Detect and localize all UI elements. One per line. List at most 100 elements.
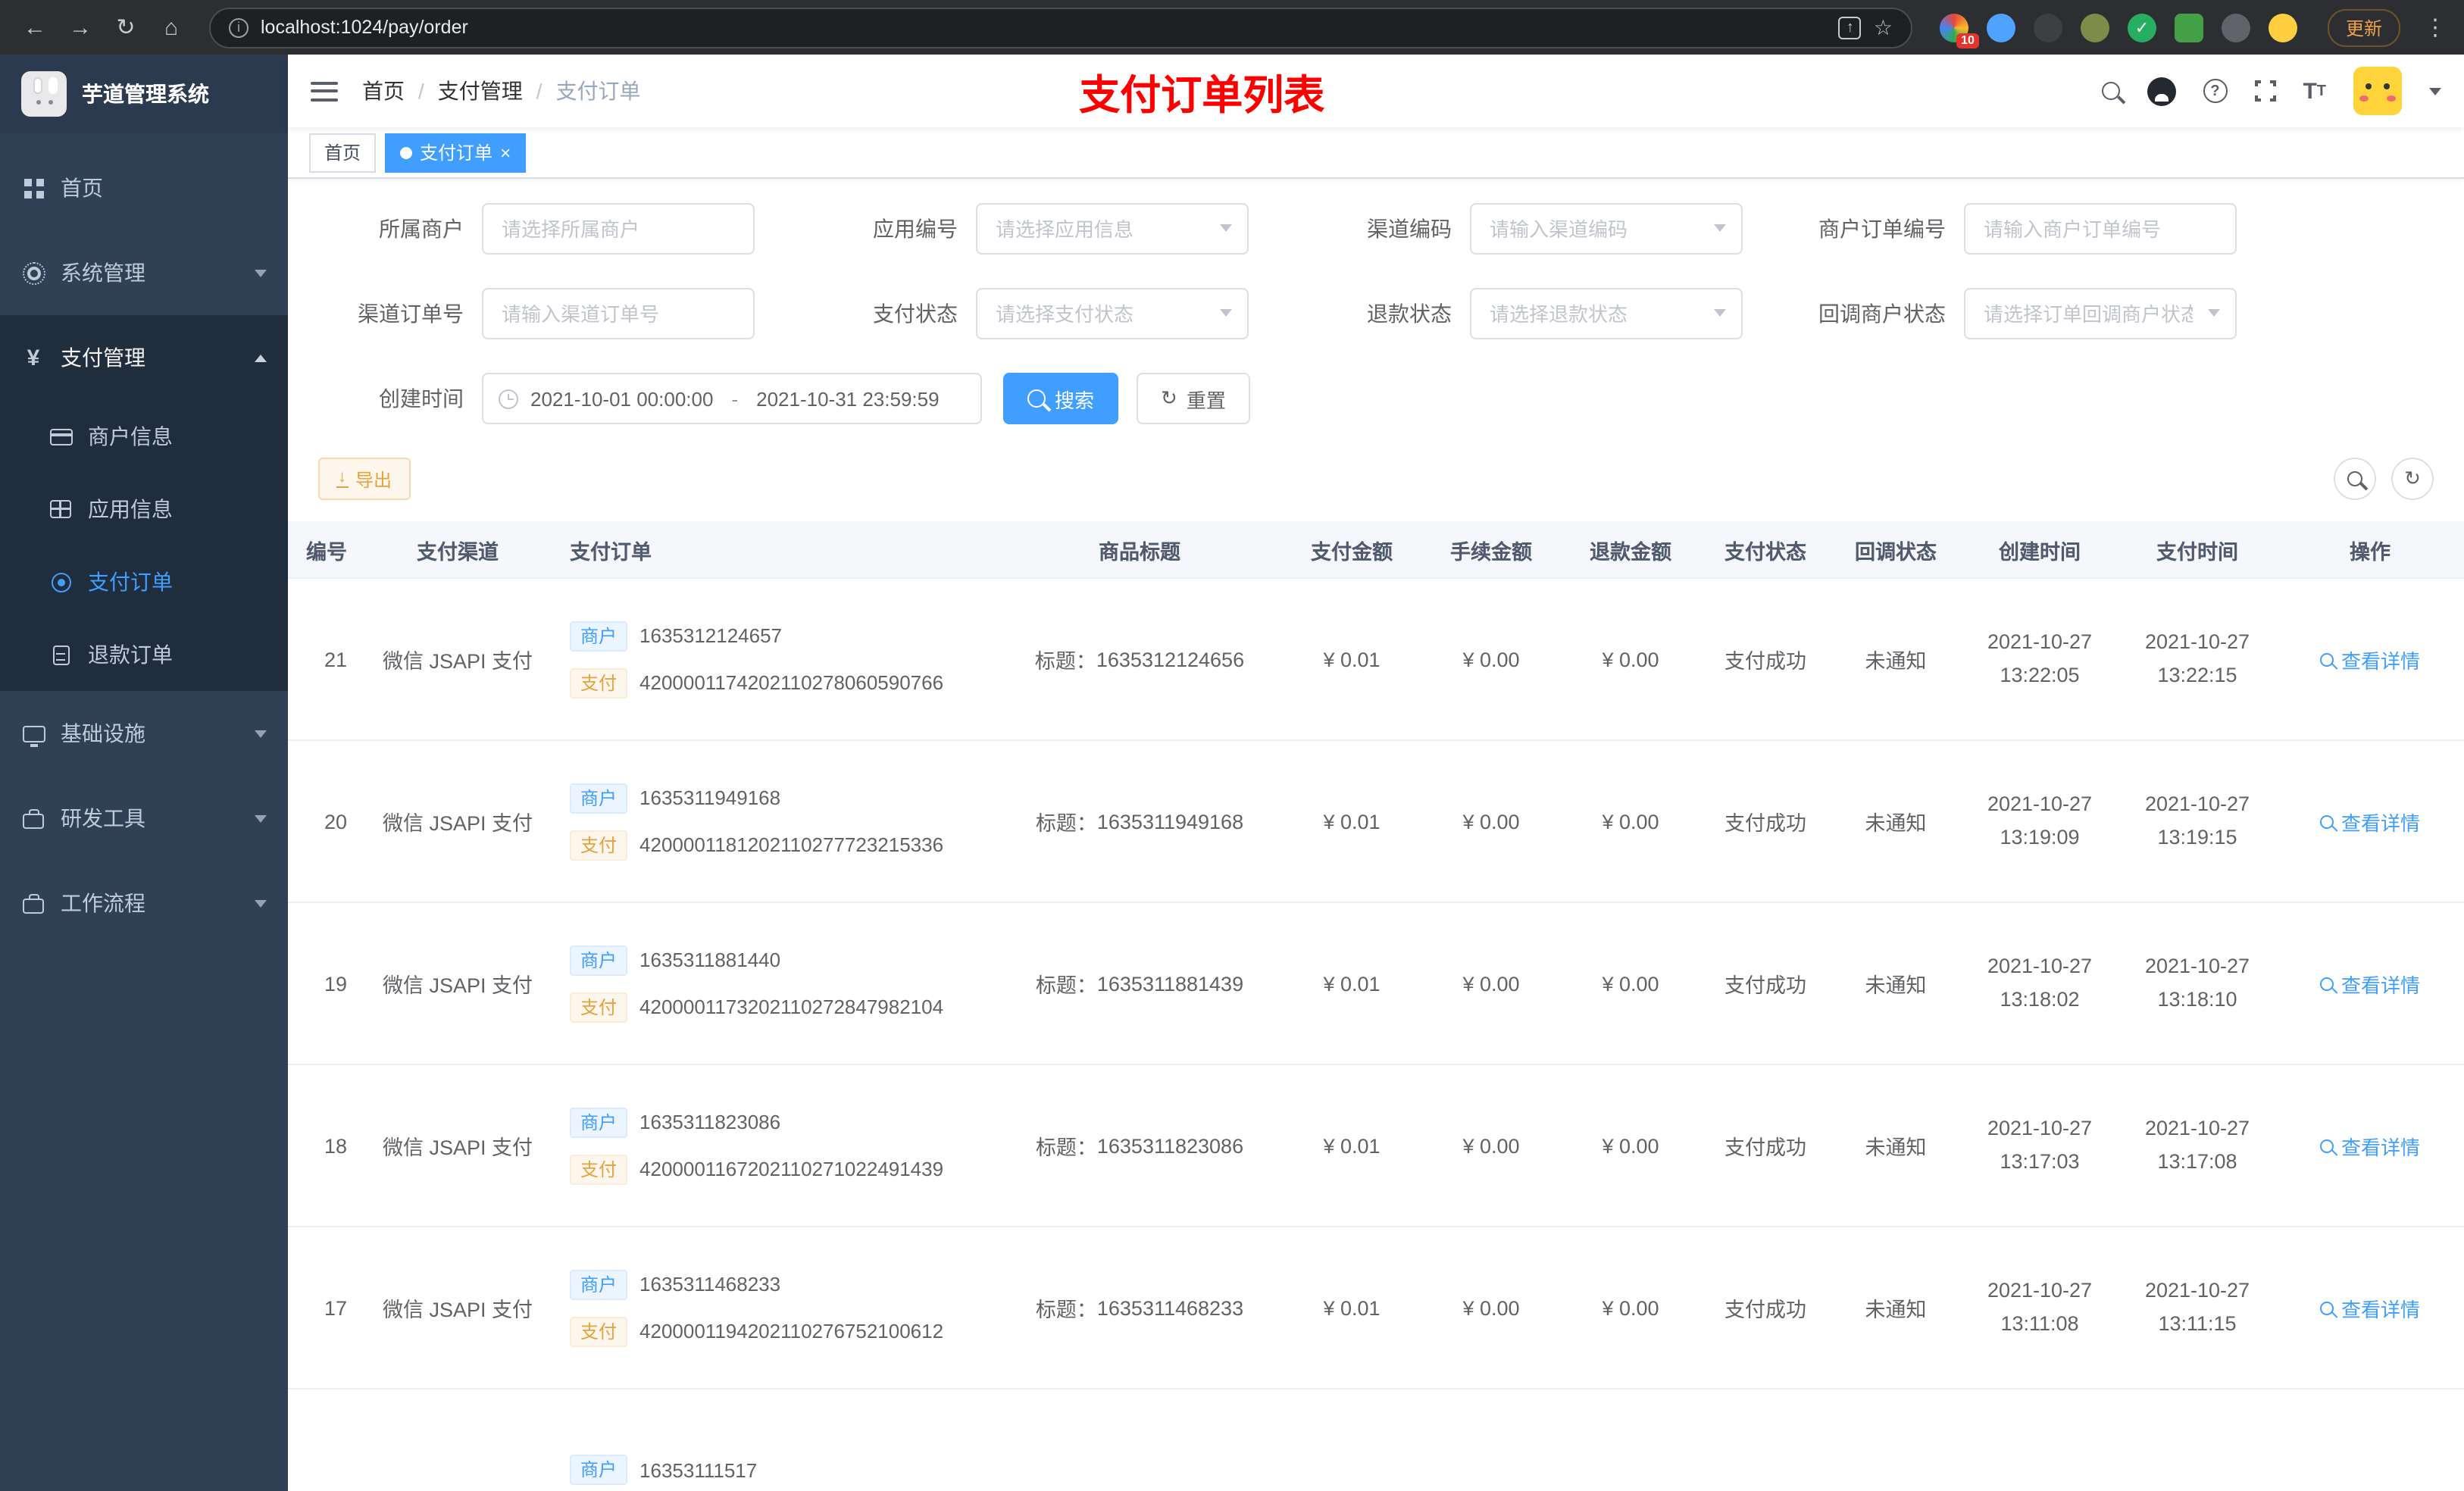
sidebar: 芋道管理系统 首页 系统管理 ¥ 支付管理 商户信息 应用信息 支付订单 退款订… <box>0 55 288 1491</box>
create-time-range-input[interactable]: 2021-10-01 00:00:00 - 2021-10-31 23:59:5… <box>482 373 982 424</box>
pay-status-select[interactable] <box>976 288 1249 339</box>
target-icon <box>48 570 73 594</box>
cell-order: 商户 1635311881440 支付 4200001173202110272847… <box>561 945 997 1022</box>
view-detail-link[interactable]: 查看详情 <box>2319 807 2420 836</box>
refund-status-select[interactable] <box>1470 288 1743 339</box>
sidebar-item-merchant-info[interactable]: 商户信息 <box>0 400 288 473</box>
channel-code-select[interactable] <box>1470 203 1743 255</box>
cell-refund: ¥ 0.00 <box>1602 648 1659 670</box>
sidebar-item-infra[interactable]: 基础设施 <box>0 691 288 776</box>
bookmark-star-icon[interactable]: ☆ <box>1874 14 1893 40</box>
breadcrumb-pay[interactable]: 支付管理 <box>438 76 523 106</box>
cell-pay-status: 支付成功 <box>1724 1136 1806 1159</box>
reset-button[interactable]: ↻ 重置 <box>1137 373 1250 424</box>
sidebar-item-refund-order[interactable]: 退款订单 <box>0 618 288 691</box>
green-chat-extension-icon[interactable] <box>2174 13 2203 42</box>
refresh-icon[interactable]: ↻ <box>2391 458 2434 500</box>
hamburger-icon[interactable] <box>311 81 338 101</box>
colorful-extension-icon[interactable]: 10 <box>1939 13 1979 48</box>
search-icon[interactable] <box>2101 82 2120 100</box>
cell-fee: ¥ 0.00 <box>1462 1134 1520 1157</box>
col-fee: 手续金额 <box>1450 540 1532 563</box>
share-icon[interactable]: ↑ <box>1838 16 1862 39</box>
view-detail-link[interactable]: 查看详情 <box>2319 969 2420 998</box>
cell-title: 标题： 1635311881439 <box>1035 972 1244 997</box>
chevron-down-icon <box>255 899 267 907</box>
tab-home[interactable]: 首页 <box>309 133 377 172</box>
toggle-search-icon[interactable] <box>2334 458 2376 500</box>
sidebar-item-dev-tools[interactable]: 研发工具 <box>0 776 288 861</box>
dashboard-icon <box>21 176 45 200</box>
browser-menu-icon[interactable]: ⋮ <box>2422 14 2449 41</box>
breadcrumb-home[interactable]: 首页 <box>362 76 405 106</box>
top-navbar: 首页 / 支付管理 / 支付订单 支付订单列表 ? TT <box>288 55 2464 127</box>
blue-drop-extension-icon[interactable] <box>1986 13 2015 42</box>
gear-icon <box>21 261 45 285</box>
view-detail-link[interactable]: 查看详情 <box>2319 1293 2420 1322</box>
cell-order: 商户 1635311949168 支付 4200001181202110277723… <box>561 783 997 860</box>
channel-order-no-input[interactable] <box>482 288 755 339</box>
notify-status-select[interactable] <box>1964 288 2237 339</box>
chevron-down-icon[interactable] <box>2429 87 2441 95</box>
cell-fee: ¥ 0.00 <box>1462 810 1520 833</box>
view-detail-link[interactable]: 查看详情 <box>2319 645 2420 674</box>
app-no-select[interactable] <box>976 203 1249 255</box>
cell-order: 商户 1635312124657 支付 4200001174202110278060… <box>561 620 997 698</box>
col-title: 商品标题 <box>1099 540 1180 563</box>
sidebar-item-system[interactable]: 系统管理 <box>0 230 288 315</box>
green-check-extension-icon[interactable]: ✓ <box>2127 13 2156 42</box>
yellow-face-extension-icon[interactable] <box>2268 13 2297 42</box>
date-end: 2021-10-31 23:59:59 <box>756 387 940 410</box>
site-info-icon[interactable]: i <box>229 17 249 37</box>
cell-id: 20 <box>324 810 347 833</box>
clock-icon <box>499 389 518 408</box>
export-button[interactable]: ↓ 导出 <box>318 458 411 500</box>
font-size-icon[interactable]: TT <box>2303 78 2326 104</box>
olive-extension-icon[interactable] <box>2080 13 2109 42</box>
cell-pay-status: 支付成功 <box>1724 1299 1806 1321</box>
cell-action: 查看详情 <box>2276 1131 2464 1160</box>
cell-notify-status: 未通知 <box>1865 1136 1927 1159</box>
tab-pay-order[interactable]: 支付订单 × <box>385 133 527 172</box>
browser-back-icon[interactable]: ← <box>15 8 55 47</box>
view-detail-link[interactable]: 查看详情 <box>2319 1131 2420 1160</box>
help-icon[interactable]: ? <box>2203 79 2228 103</box>
sidebar-item-payment[interactable]: ¥ 支付管理 <box>0 315 288 400</box>
dark-circle-extension-icon[interactable] <box>2033 13 2062 42</box>
merchant-order-no-input[interactable] <box>1964 203 2237 255</box>
close-icon[interactable]: × <box>500 143 511 161</box>
breadcrumb-current: 支付订单 <box>555 79 641 103</box>
url-bar[interactable]: i localhost:1024/pay/order ↑ ☆ <box>209 7 1912 48</box>
fullscreen-icon[interactable] <box>2253 79 2278 103</box>
sidebar-item-home[interactable]: 首页 <box>0 145 288 230</box>
filter-field-merchant: 所属商户 <box>318 203 773 255</box>
app-logo[interactable]: 芋道管理系统 <box>0 55 288 133</box>
url-text[interactable]: localhost:1024/pay/order <box>261 17 468 38</box>
browser-forward-icon[interactable]: → <box>61 8 100 47</box>
sidebar-item-workflow[interactable]: 工作流程 <box>0 861 288 946</box>
tags-view-bar: 首页 支付订单 × <box>288 127 2464 179</box>
refresh-icon: ↻ <box>1161 386 1177 409</box>
cell-fee: ¥ 0.00 <box>1462 648 1520 670</box>
github-icon[interactable] <box>2147 77 2176 105</box>
sidebar-item-pay-order[interactable]: 支付订单 <box>0 545 288 618</box>
browser-update-button[interactable]: 更新 <box>2327 8 2400 46</box>
page-content: 所属商户 应用编号 渠道编码 商户订单编号 <box>288 179 2464 1491</box>
browser-home-icon[interactable]: ⌂ <box>152 8 191 47</box>
cell-created: 2021-10-27 13:22:05 <box>1987 630 2093 686</box>
dark-pin-extension-icon[interactable] <box>2221 13 2250 42</box>
search-icon <box>2319 1139 2334 1152</box>
table-row: 17 微信 JSAPI 支付 商户 1635311468233 支付 4200001… <box>288 1227 2464 1389</box>
col-paid: 支付时间 <box>2156 540 2238 563</box>
col-refund: 退款金额 <box>1590 540 1671 563</box>
user-avatar[interactable] <box>2353 67 2402 115</box>
search-button[interactable]: 搜索 <box>1003 373 1119 424</box>
merchant-input[interactable] <box>482 203 755 255</box>
payment-submenu: 商户信息 应用信息 支付订单 退款订单 <box>0 400 288 691</box>
yen-icon: ¥ <box>27 345 40 370</box>
sidebar-item-app-info[interactable]: 应用信息 <box>0 473 288 545</box>
browser-reload-icon[interactable]: ↻ <box>106 8 145 47</box>
cell-id: 18 <box>324 1134 347 1157</box>
col-action: 操作 <box>2350 540 2391 563</box>
filter-field-merchant-order-no: 商户订单编号 <box>1800 203 2255 255</box>
